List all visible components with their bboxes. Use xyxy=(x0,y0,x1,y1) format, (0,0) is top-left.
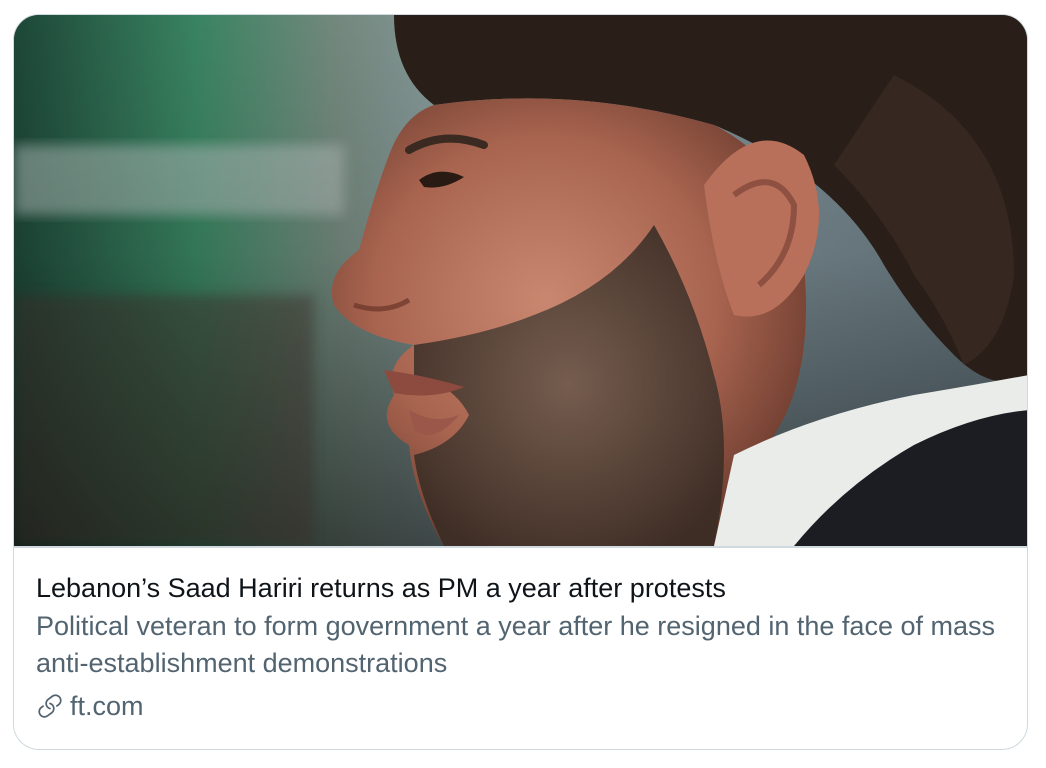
article-photo-image xyxy=(14,15,1027,546)
link-icon xyxy=(36,692,64,720)
article-photo[interactable] xyxy=(14,15,1027,546)
link-preview-card[interactable]: Lebanon’s Saad Hariri returns as PM a ye… xyxy=(13,14,1028,750)
card-divider xyxy=(14,546,1027,548)
card-domain-row[interactable]: ft.com xyxy=(36,688,1005,724)
card-text[interactable]: Lebanon’s Saad Hariri returns as PM a ye… xyxy=(36,570,1005,724)
card-headline[interactable]: Lebanon’s Saad Hariri returns as PM a ye… xyxy=(36,570,1005,606)
card-domain[interactable]: ft.com xyxy=(70,688,144,724)
card-description: Political veteran to form government a y… xyxy=(36,611,995,678)
